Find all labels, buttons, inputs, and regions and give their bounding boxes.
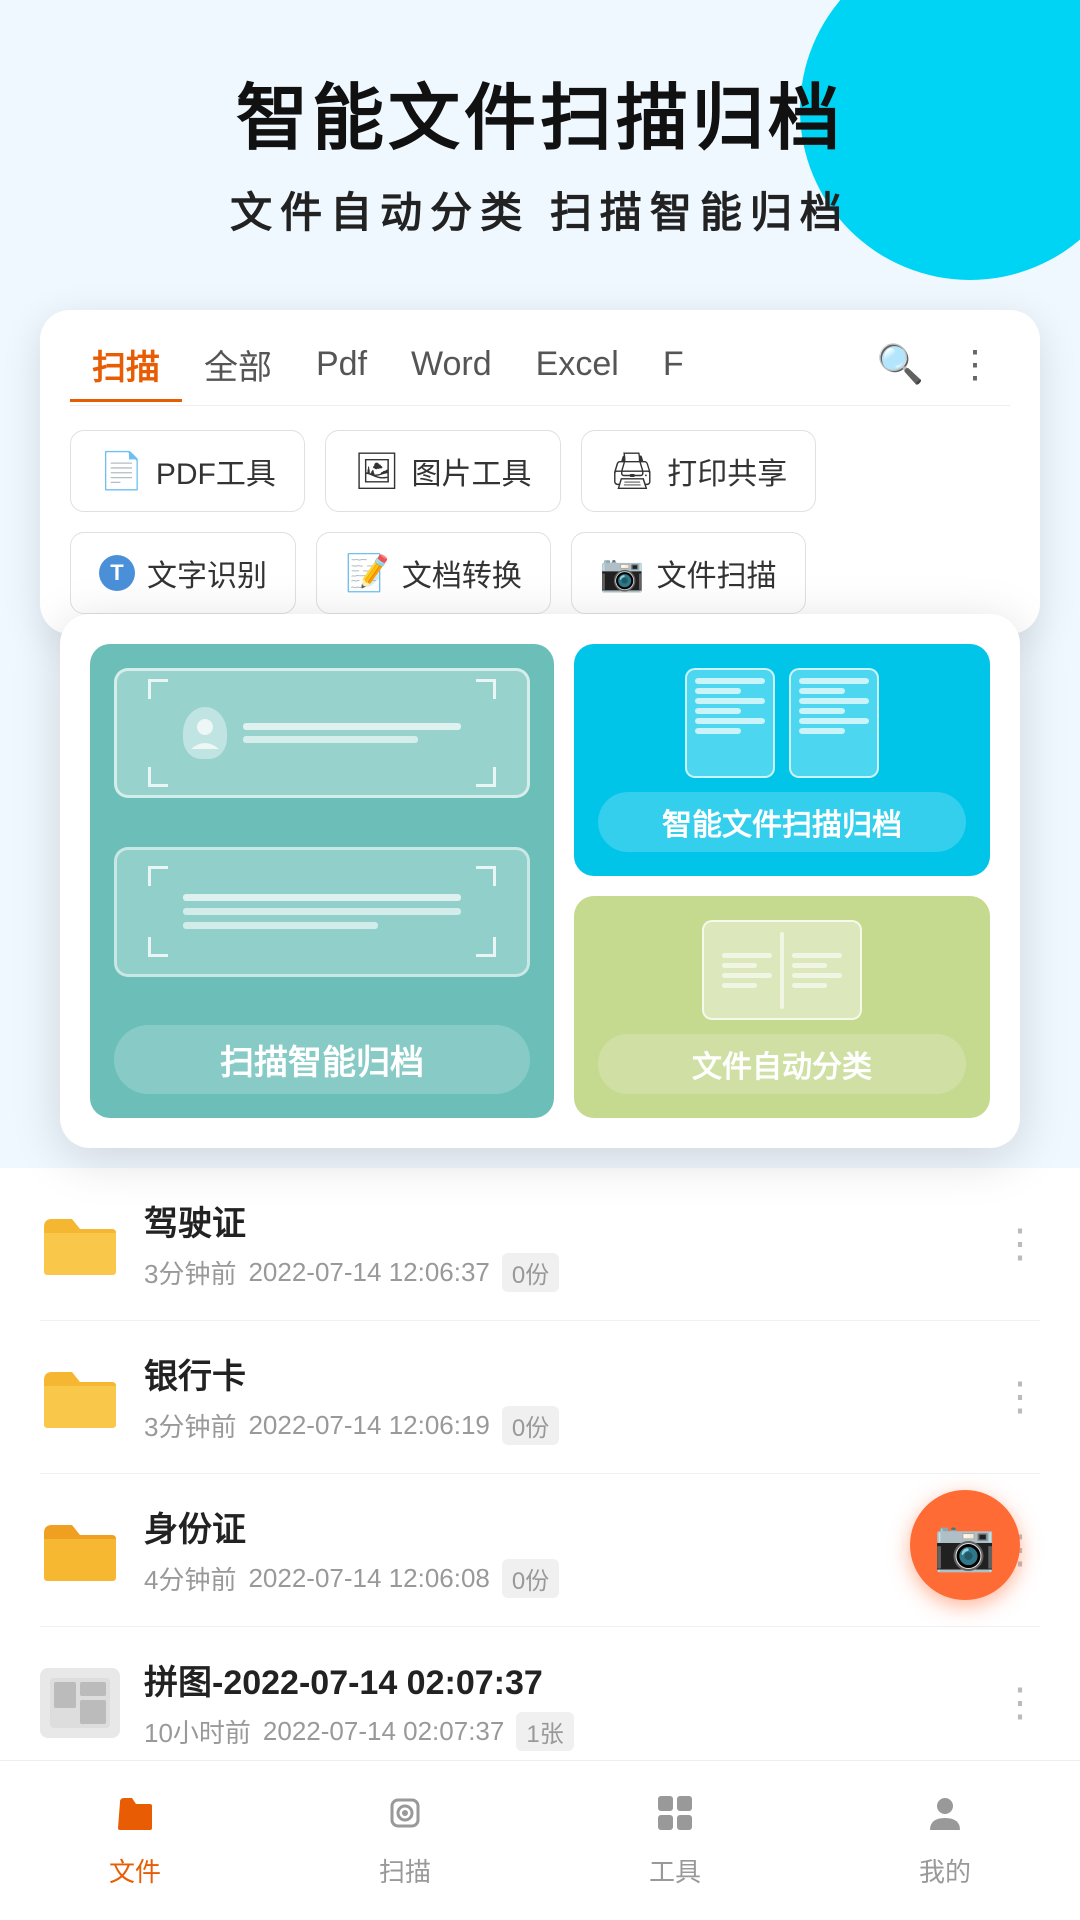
file-time-3: 4分钟前	[144, 1560, 236, 1597]
file-scan-icon: 📷	[600, 552, 645, 594]
tool-row-2: T 文字识别 📝 文档转换 📷 文件扫描	[70, 532, 1010, 614]
file-meta-3: 4分钟前 2022-07-14 12:06:08 0份	[144, 1559, 976, 1598]
folder-icon-yellow-3	[40, 1515, 120, 1585]
feature-auto-classify[interactable]: 文件自动分类	[574, 896, 990, 1118]
feature-right-column: 智能文件扫描归档	[574, 644, 990, 1118]
file-time-4: 10小时前	[144, 1713, 251, 1750]
tab-pdf[interactable]: Pdf	[294, 345, 389, 384]
search-icon[interactable]: 🔍	[861, 343, 940, 387]
file-count-1: 0份	[502, 1253, 559, 1292]
print-icon: 🖨	[610, 450, 656, 492]
file-item-jiashizheng[interactable]: 驾驶证 3分钟前 2022-07-14 12:06:37 0份 ⋮	[40, 1168, 1040, 1321]
file-name-3: 身份证	[144, 1502, 976, 1551]
doc-card-1	[685, 668, 775, 778]
pdf-icon: 📄	[99, 450, 144, 492]
doc-scan-illustration	[114, 847, 530, 977]
docs-illustration	[685, 668, 879, 778]
main-title: 智能文件扫描归档	[60, 80, 1020, 159]
file-info-pintu: 拼图-2022-07-14 02:07:37 10小时前 2022-07-14 …	[144, 1655, 976, 1751]
tab-scan[interactable]: 扫描	[70, 340, 182, 402]
file-count-4: 1张	[516, 1712, 573, 1751]
bottom-navigation: 文件 扫描 工具 我的	[0, 1760, 1080, 1920]
nav-label-scan: 扫描	[379, 1852, 431, 1889]
nav-label-files: 文件	[109, 1852, 161, 1889]
tools-nav-icon	[654, 1792, 696, 1844]
feature-left-label: 扫描智能归档	[114, 1025, 530, 1094]
file-date-3: 2022-07-14 12:06:08	[248, 1563, 489, 1594]
tab-f[interactable]: F	[641, 345, 706, 384]
image-thumbnail	[40, 1668, 120, 1738]
id-card-illustration	[114, 668, 530, 798]
feature-overlay: 扫描智能归档	[60, 614, 1020, 1148]
feature-smart-scan[interactable]: 智能文件扫描归档	[574, 644, 990, 876]
camera-fab-button[interactable]: 📷	[910, 1490, 1020, 1600]
feature-scan-archive[interactable]: 扫描智能归档	[90, 644, 554, 1118]
file-item-pintu[interactable]: 拼图-2022-07-14 02:07:37 10小时前 2022-07-14 …	[40, 1627, 1040, 1780]
more-menu-icon[interactable]: ⋮	[940, 342, 1010, 387]
more-options-2[interactable]: ⋮	[1000, 1374, 1040, 1420]
nav-item-mine[interactable]: 我的	[810, 1761, 1080, 1920]
feature-bottom-right-label: 文件自动分类	[598, 1034, 966, 1094]
doc-convert-button[interactable]: 📝 文档转换	[316, 532, 551, 614]
scan-nav-icon	[384, 1792, 426, 1844]
file-time-2: 3分钟前	[144, 1407, 236, 1444]
file-count-2: 0份	[502, 1406, 559, 1445]
app-card: 扫描 全部 Pdf Word Excel F 🔍 ⋮ 📄 PDF工具 🖼 图片工…	[40, 310, 1040, 634]
more-options-4[interactable]: ⋮	[1000, 1680, 1040, 1726]
file-date-2: 2022-07-14 12:06:19	[248, 1410, 489, 1441]
pdf-tool-button[interactable]: 📄 PDF工具	[70, 430, 305, 512]
file-info-yinhangka: 银行卡 3分钟前 2022-07-14 12:06:19 0份	[144, 1349, 976, 1445]
folder-icon-yellow	[40, 1209, 120, 1279]
file-list: 驾驶证 3分钟前 2022-07-14 12:06:37 0份 ⋮ 银行卡 3分…	[0, 1168, 1080, 1780]
nav-item-files[interactable]: 文件	[0, 1761, 270, 1920]
book-illustration	[598, 920, 966, 1020]
sub-title: 文件自动分类 扫描智能归档	[60, 179, 1020, 240]
file-meta-1: 3分钟前 2022-07-14 12:06:37 0份	[144, 1253, 976, 1292]
file-info-shenfenzheng: 身份证 4分钟前 2022-07-14 12:06:08 0份	[144, 1502, 976, 1598]
more-options-1[interactable]: ⋮	[1000, 1221, 1040, 1267]
file-item-shenfenzheng[interactable]: 身份证 4分钟前 2022-07-14 12:06:08 0份 ⋮	[40, 1474, 1040, 1627]
folder-icon-yellow-2	[40, 1362, 120, 1432]
ocr-tool-button[interactable]: T 文字识别	[70, 532, 296, 614]
file-meta-2: 3分钟前 2022-07-14 12:06:19 0份	[144, 1406, 976, 1445]
ocr-icon: T	[99, 555, 135, 591]
files-nav-icon	[114, 1792, 156, 1844]
file-name-1: 驾驶证	[144, 1196, 976, 1245]
header-section: 智能文件扫描归档 文件自动分类 扫描智能归档	[0, 0, 1080, 280]
file-date-4: 2022-07-14 02:07:37	[263, 1716, 504, 1747]
tab-word[interactable]: Word	[389, 345, 514, 384]
doc-convert-icon: 📝	[345, 552, 390, 594]
file-date-1: 2022-07-14 12:06:37	[248, 1257, 489, 1288]
nav-label-tools: 工具	[649, 1852, 701, 1889]
nav-label-mine: 我的	[919, 1852, 971, 1889]
tab-all[interactable]: 全部	[182, 340, 294, 389]
file-meta-4: 10小时前 2022-07-14 02:07:37 1张	[144, 1712, 976, 1751]
nav-item-tools[interactable]: 工具	[540, 1761, 810, 1920]
file-info-jiashizheng: 驾驶证 3分钟前 2022-07-14 12:06:37 0份	[144, 1196, 976, 1292]
nav-item-scan[interactable]: 扫描	[270, 1761, 540, 1920]
tool-row-1: 📄 PDF工具 🖼 图片工具 🖨 打印共享	[70, 430, 1010, 512]
camera-fab-icon: 📷	[934, 1516, 996, 1575]
feature-top-right-label: 智能文件扫描归档	[598, 792, 966, 852]
file-item-yinhangka[interactable]: 银行卡 3分钟前 2022-07-14 12:06:19 0份 ⋮	[40, 1321, 1040, 1474]
tab-bar: 扫描 全部 Pdf Word Excel F 🔍 ⋮	[70, 340, 1010, 406]
image-tool-button[interactable]: 🖼 图片工具	[325, 430, 561, 512]
file-scan-button[interactable]: 📷 文件扫描	[571, 532, 806, 614]
file-name-2: 银行卡	[144, 1349, 976, 1398]
mine-nav-icon	[924, 1792, 966, 1844]
file-name-4: 拼图-2022-07-14 02:07:37	[144, 1655, 976, 1704]
tab-excel[interactable]: Excel	[514, 345, 641, 384]
file-time-1: 3分钟前	[144, 1254, 236, 1291]
print-tool-button[interactable]: 🖨 打印共享	[581, 430, 817, 512]
file-count-3: 0份	[502, 1559, 559, 1598]
doc-card-2	[789, 668, 879, 778]
image-icon: 🖼	[354, 450, 400, 492]
